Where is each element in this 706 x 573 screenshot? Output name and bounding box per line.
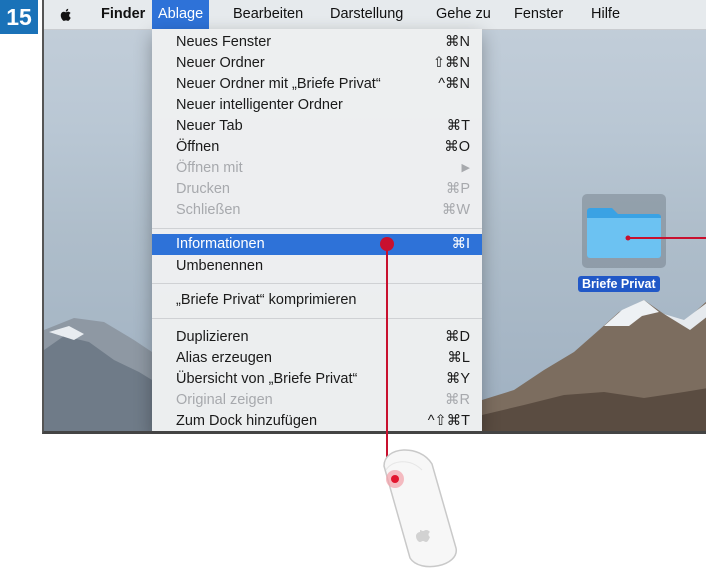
menu-item-label: Alias erzeugen xyxy=(176,350,272,366)
menu-item-label: Neuer intelligenter Ordner xyxy=(176,97,343,113)
menu-item-neuer-ordner-mit[interactable]: Neuer Ordner mit „Briefe Privat“ ^⌘N xyxy=(152,74,482,95)
menu-bar: Finder Ablage Bearbeiten Darstellung Geh… xyxy=(44,0,706,30)
menu-item-oeffnen-mit: Öffnen mit ▶ xyxy=(152,158,482,179)
menu-item-drucken: Drucken ⌘P xyxy=(152,179,482,200)
menu-ablage[interactable]: Ablage xyxy=(152,0,210,29)
menu-item-komprimieren[interactable]: „Briefe Privat“ komprimieren xyxy=(152,290,482,311)
menu-item-label: Original zeigen xyxy=(176,392,273,408)
menu-item-neuer-ordner[interactable]: Neuer Ordner ⇧⌘N xyxy=(152,53,482,74)
menu-item-shortcut: ⌘P xyxy=(445,181,470,197)
apple-logo-icon[interactable] xyxy=(58,7,74,23)
menu-item-shortcut: ⌘Y xyxy=(445,371,470,387)
menu-item-shortcut: ⌘W xyxy=(441,202,470,218)
folder-name-label[interactable]: Briefe Privat xyxy=(578,276,660,292)
menu-item-label: Drucken xyxy=(176,181,230,197)
menu-item-label: Neues Fenster xyxy=(176,34,272,50)
menu-item-neues-fenster[interactable]: Neues Fenster ⌘N xyxy=(152,32,482,53)
menu-item-shortcut: ⌘T xyxy=(446,118,470,134)
menu-item-informationen[interactable]: Informationen ⌘I xyxy=(152,234,482,255)
menu-fenster[interactable]: Fenster xyxy=(514,0,563,29)
submenu-arrow-icon: ▶ xyxy=(461,162,470,174)
menu-item-shortcut: ⌘I xyxy=(451,236,470,252)
menu-item-label: Schließen xyxy=(176,202,241,218)
menu-item-schliessen: Schließen ⌘W xyxy=(152,200,482,221)
menu-separator xyxy=(152,318,482,319)
step-number-badge: 15 xyxy=(0,0,38,34)
menu-item-label: Öffnen xyxy=(176,139,220,155)
menu-item-label: Duplizieren xyxy=(176,329,249,345)
menu-separator xyxy=(152,228,482,229)
menu-item-shortcut: ⌘N xyxy=(445,34,470,50)
menu-item-shortcut: ⌘D xyxy=(445,329,470,345)
menu-item-label: Öffnen mit xyxy=(176,160,243,176)
menu-item-shortcut: ^⇧⌘T xyxy=(427,413,470,429)
menu-item-original-zeigen: Original zeigen ⌘R xyxy=(152,390,482,411)
menu-item-alias-erzeugen[interactable]: Alias erzeugen ⌘L xyxy=(152,348,482,369)
menu-item-duplizieren[interactable]: Duplizieren ⌘D xyxy=(152,327,482,348)
menu-darstellung[interactable]: Darstellung xyxy=(330,0,403,29)
menu-item-label: Neuer Tab xyxy=(176,118,243,134)
menu-item-shortcut: ^⌘N xyxy=(438,76,470,92)
menu-separator xyxy=(152,283,482,284)
menu-item-label: Umbenennen xyxy=(176,258,264,274)
menu-item-label: Informationen xyxy=(176,236,265,252)
menu-item-label: Neuer Ordner xyxy=(176,55,265,71)
menu-item-shortcut: ⌘L xyxy=(447,350,470,366)
menu-item-label: Neuer Ordner mit „Briefe Privat“ xyxy=(176,76,381,92)
menu-item-neuer-tab[interactable]: Neuer Tab ⌘T xyxy=(152,116,482,137)
menu-item-shortcut: ⌘O xyxy=(444,139,470,155)
menu-gehe-zu[interactable]: Gehe zu xyxy=(436,0,491,29)
menu-hilfe[interactable]: Hilfe xyxy=(591,0,620,29)
menu-item-shortcut: ⇧⌘N xyxy=(432,55,470,71)
folder-icon xyxy=(587,208,661,258)
menu-item-label: Übersicht von „Briefe Privat“ xyxy=(176,371,358,387)
ablage-dropdown-menu: Neues Fenster ⌘N Neuer Ordner ⇧⌘N Neuer Or… xyxy=(152,29,482,431)
menu-finder[interactable]: Finder xyxy=(101,0,145,29)
menu-item-oeffnen[interactable]: Öffnen ⌘O xyxy=(152,137,482,158)
menu-item-zum-dock-hinzufuegen[interactable]: Zum Dock hinzufügen ^⇧⌘T xyxy=(152,411,482,431)
mac-desktop-screen: Finder Ablage Bearbeiten Darstellung Geh… xyxy=(42,0,706,434)
menu-item-uebersicht[interactable]: Übersicht von „Briefe Privat“ ⌘Y xyxy=(152,369,482,390)
menu-item-label: Zum Dock hinzufügen xyxy=(176,413,318,429)
menu-bearbeiten[interactable]: Bearbeiten xyxy=(233,0,303,29)
folder-selection-highlight[interactable] xyxy=(582,194,666,268)
menu-item-umbenennen[interactable]: Umbenennen xyxy=(152,256,482,277)
menu-item-shortcut: ⌘R xyxy=(445,392,470,408)
magic-mouse-icon xyxy=(383,449,457,568)
menu-item-neuer-intelligenter-ordner[interactable]: Neuer intelligenter Ordner xyxy=(152,95,482,116)
menu-item-label: „Briefe Privat“ komprimieren xyxy=(176,292,357,308)
